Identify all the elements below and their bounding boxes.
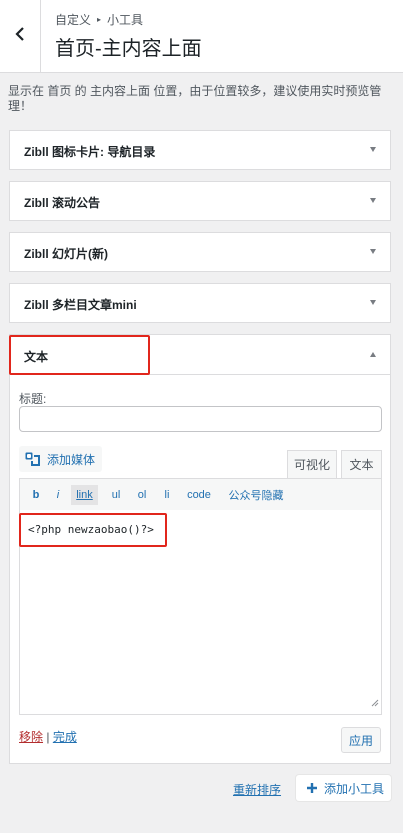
quicktag-ol[interactable]: ol [135, 485, 149, 505]
widget-actions: 移除 | 完成 [19, 728, 77, 745]
widget-title: Zibll 多栏目文章mini [24, 298, 137, 312]
text-editor[interactable]: <?php newzaobao()?> [19, 510, 382, 715]
expand-arrow-icon [370, 300, 376, 305]
widget-multi-column-posts[interactable]: Zibll 多栏目文章mini [9, 283, 391, 323]
add-media-button[interactable]: 添加媒体 [19, 446, 103, 472]
quicktag-link[interactable]: link [71, 485, 98, 505]
widget-scroll-notice[interactable]: Zibll 滚动公告 [9, 181, 391, 221]
done-link[interactable]: 完成 [53, 730, 77, 744]
collapse-arrow-icon [370, 352, 376, 357]
apply-button[interactable]: 应用 [341, 727, 381, 753]
actions-separator: | [46, 730, 50, 744]
panel-title: 首页-主内容上面 [55, 38, 202, 60]
add-widget-button[interactable]: 添加小工具 [296, 775, 391, 801]
back-button[interactable] [0, 0, 41, 72]
resize-handle-icon[interactable] [371, 694, 379, 712]
breadcrumb-child: 小工具 [107, 13, 144, 27]
quicktag-wechat-hide[interactable]: 公众号隐藏 [227, 485, 285, 505]
widget-slider[interactable]: Zibll 幻灯片(新) [9, 232, 391, 272]
breadcrumb-separator-icon: ▸ [97, 15, 102, 24]
quicktag-code[interactable]: code [185, 485, 213, 505]
title-field-label: 标题: [19, 392, 47, 406]
quicktag-ul[interactable]: ul [109, 485, 123, 505]
widget-title: Zibll 图标卡片: 导航目录 [24, 145, 156, 159]
quicktag-li[interactable]: li [161, 485, 173, 505]
quicktag-bold[interactable]: b [30, 485, 42, 505]
tab-visual[interactable]: 可视化 [287, 450, 337, 478]
widget-icon-card[interactable]: Zibll 图标卡片: 导航目录 [9, 130, 391, 170]
expand-arrow-icon [370, 249, 376, 254]
breadcrumb: 自定义 ▸ 小工具 [55, 11, 143, 28]
quicktags-toolbar: b i link ul ol li code 公众号隐藏 [19, 478, 382, 511]
media-icon [25, 452, 41, 466]
customizer-header: 自定义 ▸ 小工具 首页-主内容上面 [0, 0, 403, 73]
breadcrumb-parent: 自定义 [55, 13, 92, 27]
quicktag-italic[interactable]: i [53, 485, 63, 505]
widget-title: 文本 [24, 350, 49, 364]
widget-title: Zibll 滚动公告 [24, 196, 100, 210]
chevron-left-icon [15, 26, 25, 46]
title-input[interactable] [19, 406, 382, 432]
plus-icon [306, 782, 318, 794]
add-widget-label: 添加小工具 [324, 781, 385, 796]
delete-link[interactable]: 移除 [19, 730, 43, 744]
editor-content: <?php newzaobao()?> [28, 523, 154, 536]
add-media-label: 添加媒体 [47, 452, 96, 467]
tab-text[interactable]: 文本 [341, 450, 382, 478]
text-widget-header[interactable]: 文本 [10, 335, 390, 375]
reorder-link[interactable]: 重新排序 [233, 781, 281, 798]
widget-title: Zibll 幻灯片(新) [24, 247, 108, 261]
section-description: 显示在 首页 的 主内容上面 位置，由于位置较多，建议使用实时预览管理！ [8, 84, 382, 113]
expand-arrow-icon [370, 198, 376, 203]
expand-arrow-icon [370, 147, 376, 152]
